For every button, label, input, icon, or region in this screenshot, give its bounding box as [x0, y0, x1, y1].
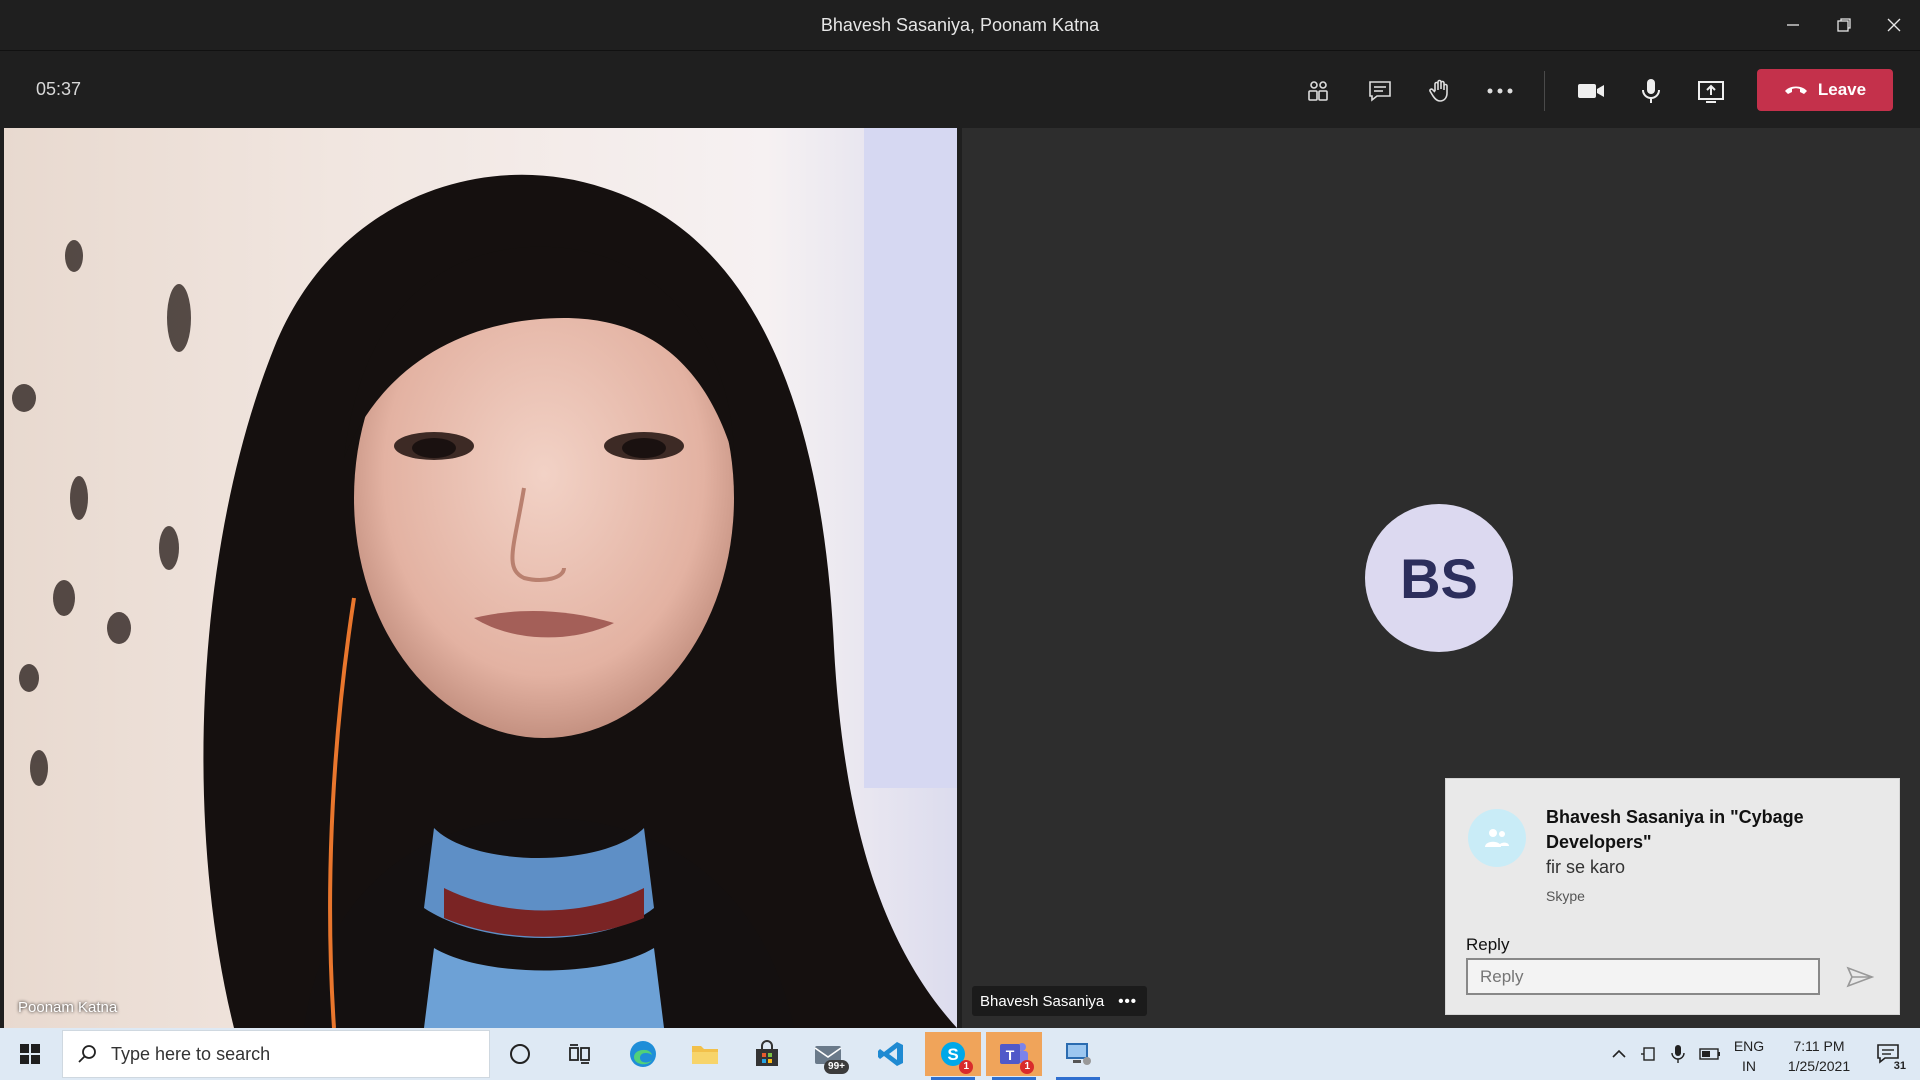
battery-icon — [1699, 1048, 1720, 1060]
participants-button[interactable] — [1298, 71, 1338, 111]
close-icon — [1887, 18, 1901, 32]
call-toolbar: 05:37 Leave — [0, 51, 1920, 128]
taskbar-store[interactable] — [739, 1032, 795, 1076]
more-actions-button[interactable] — [1480, 71, 1520, 111]
lang-code: ENG — [1733, 1038, 1765, 1054]
chat-icon — [1369, 81, 1391, 102]
action-center-button[interactable]: 31 — [1868, 1036, 1908, 1072]
taskbar-edge[interactable] — [615, 1032, 671, 1076]
share-screen-button[interactable] — [1691, 71, 1731, 111]
close-button[interactable] — [1876, 10, 1912, 40]
toast-message: fir se karo — [1546, 857, 1626, 877]
search-placeholder: Type here to search — [111, 1043, 271, 1064]
clock-date: 1/25/2021 — [1787, 1058, 1851, 1074]
task-view-button[interactable] — [552, 1032, 608, 1076]
mic-icon — [1642, 79, 1660, 103]
share-icon — [1698, 81, 1724, 103]
search-icon — [78, 1045, 96, 1063]
send-button[interactable] — [1842, 963, 1878, 991]
participant-more-button[interactable]: ••• — [1118, 993, 1137, 1010]
mail-badge: 99+ — [824, 1060, 849, 1074]
participant-video — [4, 128, 957, 1028]
taskbar-skype[interactable]: S 1 — [925, 1032, 981, 1080]
skype-notification-toast[interactable]: Bhavesh Sasaniya in "Cybage Developers" … — [1445, 778, 1900, 1015]
participant-name-bhavesh-tag: Bhavesh Sasaniya ••• — [972, 986, 1148, 1016]
people-icon — [1308, 81, 1328, 101]
video-tile-poonam[interactable]: Poonam Katna — [4, 128, 957, 1028]
taskbar: Type here to search 99+ S 1 T 1 ENG IN 7… — [0, 1028, 1920, 1080]
window-title: Bhavesh Sasaniya, Poonam Katna — [820, 15, 1100, 35]
folder-icon — [692, 1046, 718, 1064]
store-icon — [756, 1040, 778, 1066]
notification-count: 31 — [1893, 1060, 1906, 1072]
taskbar-mail[interactable]: 99+ — [801, 1032, 857, 1076]
chat-button[interactable] — [1360, 71, 1400, 111]
device-icon — [1641, 1047, 1655, 1061]
tray-battery[interactable] — [1694, 1028, 1726, 1080]
title-bar: Bhavesh Sasaniya, Poonam Katna — [0, 0, 1920, 51]
taskbar-teams[interactable]: T 1 — [986, 1032, 1042, 1080]
lang-region: IN — [1742, 1058, 1756, 1074]
toast-source: Skype — [1546, 888, 1585, 904]
more-icon — [1487, 88, 1513, 94]
svg-text:T: T — [1006, 1047, 1015, 1063]
leave-label: Leave — [1817, 80, 1867, 99]
remote-desktop-icon — [1066, 1043, 1091, 1065]
camera-icon — [1578, 84, 1604, 98]
chevron-up-icon — [1612, 1049, 1626, 1058]
teams-badge: 1 — [1020, 1060, 1034, 1074]
minimize-button[interactable] — [1775, 10, 1811, 40]
restore-button[interactable] — [1826, 10, 1862, 40]
system-clock[interactable]: 7:11 PM 1/25/2021 — [1773, 1036, 1865, 1076]
leave-button[interactable]: Leave — [1757, 69, 1893, 111]
vscode-icon — [878, 1042, 903, 1066]
start-button[interactable] — [0, 1028, 60, 1080]
reply-label: Reply — [1466, 935, 1510, 954]
hang-up-icon — [1784, 86, 1807, 94]
participant-name-poonam: Poonam Katna — [18, 999, 118, 1016]
raise-hand-icon — [1429, 79, 1448, 102]
send-icon — [1846, 966, 1874, 988]
toast-title: Bhavesh Sasaniya in "Cybage Developers" — [1546, 807, 1804, 852]
edge-icon — [630, 1041, 656, 1067]
cortana-icon — [510, 1044, 530, 1064]
taskbar-file-explorer[interactable] — [677, 1032, 733, 1076]
avatar: BS — [1365, 504, 1513, 652]
task-view-icon — [569, 1044, 590, 1064]
raise-hand-button[interactable] — [1420, 71, 1460, 111]
group-chat-icon — [1468, 809, 1526, 867]
reply-input[interactable] — [1466, 958, 1820, 995]
taskbar-search[interactable]: Type here to search — [62, 1030, 490, 1078]
cortana-button[interactable] — [492, 1032, 548, 1076]
mic-icon — [1671, 1045, 1685, 1063]
restore-icon — [1837, 18, 1851, 32]
svg-text:S: S — [947, 1045, 958, 1064]
mic-button[interactable] — [1631, 71, 1671, 111]
toolbar-divider — [1544, 71, 1545, 111]
taskbar-vscode[interactable] — [863, 1032, 919, 1076]
minimize-icon — [1787, 24, 1799, 26]
skype-badge: 1 — [959, 1060, 973, 1074]
tray-device[interactable] — [1636, 1028, 1662, 1080]
taskbar-remote-desktop[interactable] — [1050, 1032, 1106, 1080]
windows-icon — [20, 1044, 40, 1064]
tray-microphone[interactable] — [1665, 1028, 1691, 1080]
camera-button[interactable] — [1571, 71, 1611, 111]
call-timer: 05:37 — [36, 79, 82, 99]
participant-name-bhavesh: Bhavesh Sasaniya — [980, 992, 1105, 1010]
input-language[interactable]: ENG IN — [1733, 1036, 1765, 1076]
clock-time: 7:11 PM — [1793, 1038, 1845, 1054]
show-hidden-icons[interactable] — [1606, 1028, 1632, 1080]
